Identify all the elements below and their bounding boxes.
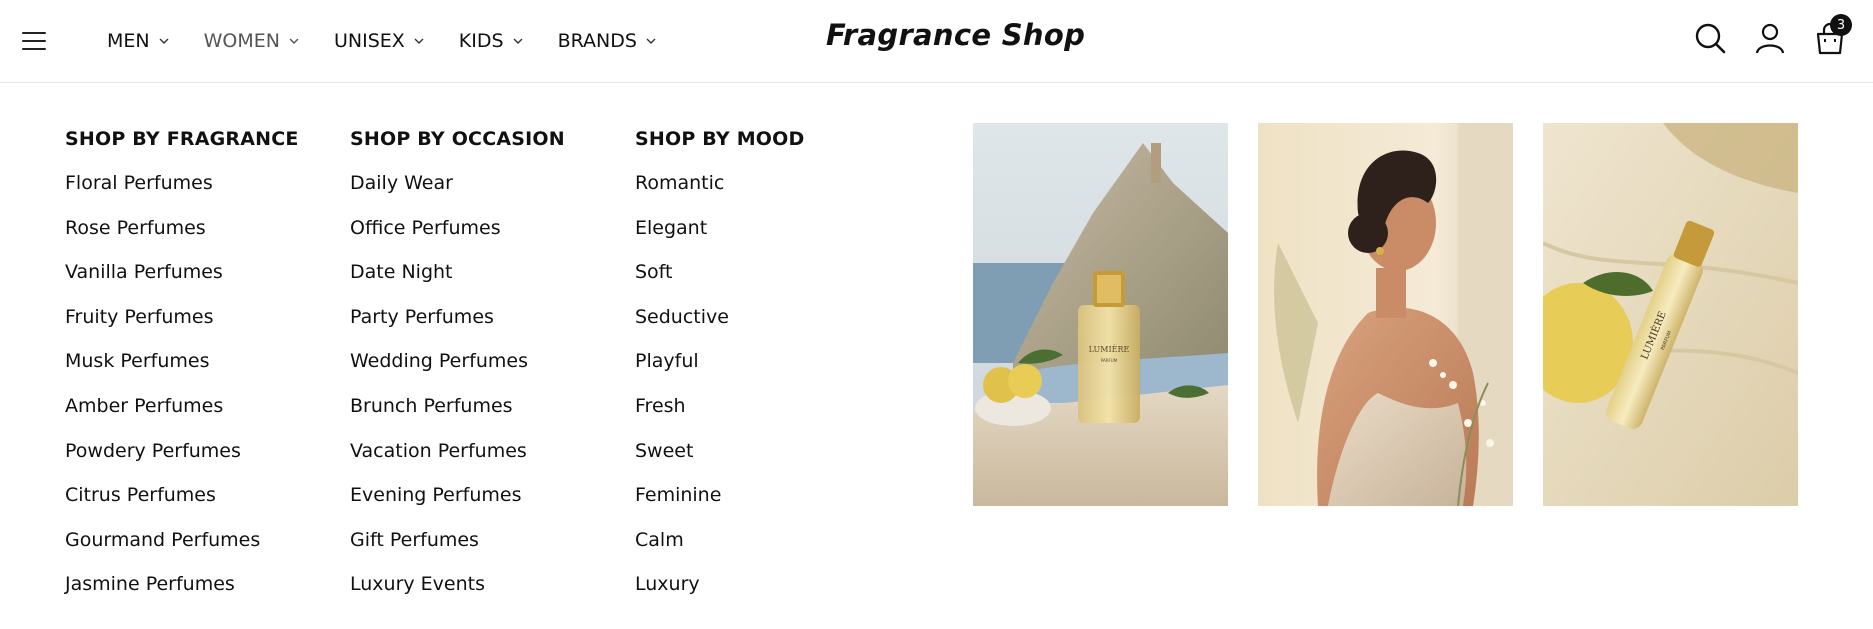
- menu-link[interactable]: Party Perfumes: [350, 302, 620, 347]
- menu-link[interactable]: Calm: [635, 525, 905, 570]
- nav-label: WOMEN: [203, 30, 280, 52]
- menu-link[interactable]: Gourmand Perfumes: [65, 525, 335, 570]
- menu-link[interactable]: Feminine: [635, 480, 905, 525]
- nav-label: BRANDS: [557, 30, 637, 52]
- menu-link[interactable]: Soft: [635, 257, 905, 302]
- menu-link[interactable]: Rose Perfumes: [65, 213, 335, 258]
- site-logo[interactable]: Fragrance Shop: [826, 18, 1085, 52]
- column-title: SHOP BY MOOD: [635, 128, 805, 150]
- main-nav: MEN WOMEN UNISEX KIDS BRANDS: [107, 25, 691, 57]
- menu-link[interactable]: Citrus Perfumes: [65, 480, 335, 525]
- menu-link[interactable]: Office Perfumes: [350, 213, 620, 258]
- occasion-column: SHOP BY OCCASION Daily Wear Office Perfu…: [350, 124, 620, 614]
- mood-column: SHOP BY MOOD Romantic Elegant Soft Seduc…: [635, 124, 905, 614]
- menu-link[interactable]: Gift Perfumes: [350, 525, 620, 570]
- chevron-down-icon: [513, 38, 523, 44]
- bottle-sublabel: PARFUM: [1101, 358, 1118, 363]
- menu-link[interactable]: Floral Perfumes: [65, 168, 335, 213]
- menu-link[interactable]: Romantic: [635, 168, 905, 213]
- menu-link[interactable]: Jasmine Perfumes: [65, 569, 335, 614]
- menu-link[interactable]: Vanilla Perfumes: [65, 257, 335, 302]
- menu-link[interactable]: Musk Perfumes: [65, 346, 335, 391]
- column-title: SHOP BY OCCASION: [350, 128, 565, 150]
- menu-link[interactable]: Elegant: [635, 213, 905, 258]
- nav-label: UNISEX: [333, 30, 405, 52]
- column-title: SHOP BY FRAGRANCE: [65, 128, 299, 150]
- woman-in-silk-dress-image[interactable]: [1258, 123, 1513, 506]
- nav-label: MEN: [107, 30, 150, 52]
- menu-link[interactable]: Powdery Perfumes: [65, 436, 335, 481]
- search-icon[interactable]: [1692, 20, 1728, 56]
- menu-icon[interactable]: [22, 30, 46, 52]
- menu-link[interactable]: Sweet: [635, 436, 905, 481]
- bag-icon[interactable]: 3: [1812, 14, 1852, 56]
- cart-count-badge: 3: [1830, 14, 1852, 36]
- menu-link[interactable]: Luxury: [635, 569, 905, 614]
- menu-link[interactable]: Playful: [635, 346, 905, 391]
- nav-item-kids[interactable]: KIDS: [459, 30, 524, 52]
- lemon-perfume-spray-image[interactable]: LUMIÈRE PARFUM: [1543, 123, 1798, 506]
- menu-link[interactable]: Luxury Events: [350, 569, 620, 614]
- chevron-down-icon: [414, 38, 424, 44]
- chevron-down-icon: [159, 38, 169, 44]
- menu-link[interactable]: Vacation Perfumes: [350, 436, 620, 481]
- menu-link[interactable]: Date Night: [350, 257, 620, 302]
- bottle-label: LUMIÈRE: [1089, 345, 1130, 354]
- fragrance-column: SHOP BY FRAGRANCE Floral Perfumes Rose P…: [65, 124, 335, 614]
- user-icon[interactable]: [1752, 20, 1788, 56]
- menu-link[interactable]: Wedding Perfumes: [350, 346, 620, 391]
- nav-item-men[interactable]: MEN: [107, 30, 170, 52]
- chevron-down-icon: [289, 38, 299, 44]
- coastal-perfume-bottle-image[interactable]: LUMIÈRE PARFUM: [973, 123, 1228, 506]
- chevron-down-icon: [646, 38, 656, 44]
- menu-link[interactable]: Brunch Perfumes: [350, 391, 620, 436]
- site-header: MEN WOMEN UNISEX KIDS BRANDS Fragrance S…: [0, 0, 1873, 83]
- menu-link[interactable]: Fruity Perfumes: [65, 302, 335, 347]
- nav-label: KIDS: [458, 30, 504, 52]
- nav-item-women[interactable]: WOMEN: [204, 30, 300, 52]
- menu-link[interactable]: Amber Perfumes: [65, 391, 335, 436]
- menu-link[interactable]: Evening Perfumes: [350, 480, 620, 525]
- nav-item-unisex[interactable]: UNISEX: [334, 30, 425, 52]
- menu-link[interactable]: Fresh: [635, 391, 905, 436]
- menu-link[interactable]: Seductive: [635, 302, 905, 347]
- menu-link[interactable]: Daily Wear: [350, 168, 620, 213]
- nav-item-brands[interactable]: BRANDS: [558, 30, 657, 52]
